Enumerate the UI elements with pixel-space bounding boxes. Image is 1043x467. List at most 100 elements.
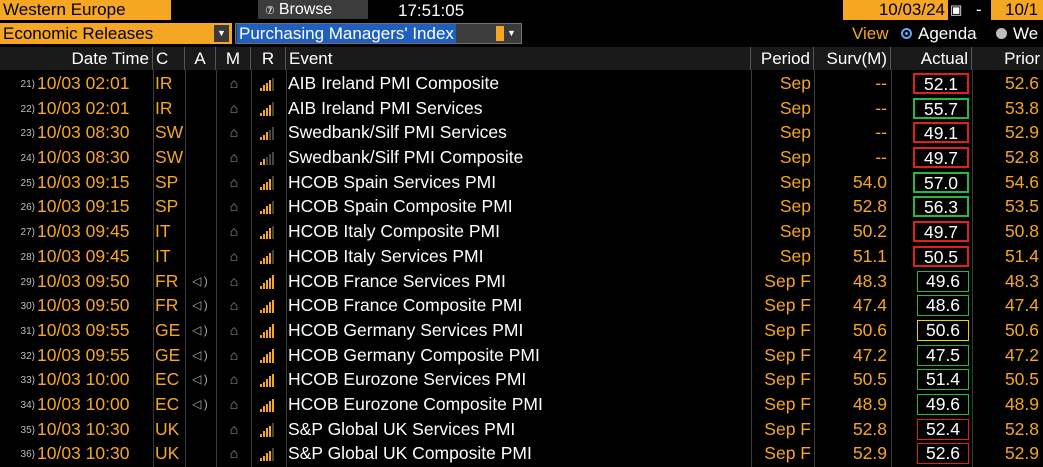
date-from-field[interactable]: 10/03/24	[843, 0, 948, 20]
table-row[interactable]: 21) 10/03 02:01 IR ⌂ AIB Ireland PMI Composi…	[0, 71, 1043, 96]
table-row[interactable]: 33) 10/03 10:00 EC ◁ ) ⌂ HCOB Eurozone Servic…	[0, 367, 1043, 392]
bell-cell[interactable]: ⌂	[218, 392, 250, 417]
table-row[interactable]: 35) 10/03 10:30 UK ⌂ S&P Global UK Services …	[0, 417, 1043, 442]
bell-cell[interactable]: ⌂	[218, 367, 250, 392]
row-event[interactable]: S&P Global UK Composite PMI	[288, 441, 750, 466]
bell-icon[interactable]: ⌂	[230, 223, 238, 239]
alert-cell[interactable]: ◁ )	[185, 367, 215, 392]
row-number[interactable]: 28)	[0, 244, 37, 269]
bell-cell[interactable]: ⌂	[218, 244, 250, 269]
row-event[interactable]: Swedbank/Silf PMI Services	[288, 120, 750, 145]
alert-cell[interactable]: ◁ )	[185, 293, 215, 318]
row-number[interactable]: 21)	[0, 71, 37, 96]
table-row[interactable]: 30) 10/03 09:50 FR ◁ ) ⌂ HCOB France Composit…	[0, 293, 1043, 318]
bell-cell[interactable]: ⌂	[218, 194, 250, 219]
bell-icon[interactable]: ⌂	[230, 124, 238, 140]
row-number[interactable]: 32)	[0, 343, 37, 368]
row-number[interactable]: 22)	[0, 96, 37, 121]
bell-cell[interactable]: ⌂	[218, 145, 250, 170]
search-dropdown[interactable]: Purchasing Managers' Index ▼	[235, 23, 522, 44]
bell-cell[interactable]: ⌂	[218, 219, 250, 244]
table-row[interactable]: 29) 10/03 09:50 FR ◁ ) ⌂ HCOB France Services…	[0, 269, 1043, 294]
row-number[interactable]: 31)	[0, 318, 37, 343]
browse-button[interactable]: ⑦ Browse	[258, 0, 368, 19]
row-event[interactable]: AIB Ireland PMI Composite	[288, 71, 750, 96]
speaker-icon[interactable]: ◁ )	[192, 298, 208, 312]
row-event[interactable]: HCOB Germany Composite PMI	[288, 343, 750, 368]
row-number[interactable]: 30)	[0, 293, 37, 318]
table-row[interactable]: 23) 10/03 08:30 SW ⌂ Swedbank/Silf PMI Servi…	[0, 120, 1043, 145]
search-value[interactable]: Purchasing Managers' Index	[237, 24, 456, 43]
bell-cell[interactable]: ⌂	[218, 343, 250, 368]
col-event[interactable]: Event	[286, 47, 751, 70]
speaker-icon[interactable]: ◁ )	[192, 348, 208, 362]
col-market[interactable]: M	[216, 47, 251, 70]
view-option-agenda[interactable]: Agenda	[918, 22, 977, 45]
row-event[interactable]: S&P Global UK Services PMI	[288, 417, 750, 442]
row-number[interactable]: 23)	[0, 120, 37, 145]
date-to-field[interactable]: 10/1	[991, 0, 1043, 20]
bell-icon[interactable]: ⌂	[230, 297, 238, 313]
table-row[interactable]: 31) 10/03 09:55 GE ◁ ) ⌂ HCOB Germany Service…	[0, 318, 1043, 343]
table-row[interactable]: 25) 10/03 09:15 SP ⌂ HCOB Spain Services PMI…	[0, 170, 1043, 195]
alert-cell[interactable]	[185, 170, 215, 195]
col-alert[interactable]: A	[185, 47, 216, 70]
bell-cell[interactable]: ⌂	[218, 120, 250, 145]
speaker-icon[interactable]: ◁ )	[192, 323, 208, 337]
row-number[interactable]: 29)	[0, 269, 37, 294]
region-selector[interactable]: Western Europe	[0, 0, 171, 20]
bell-icon[interactable]: ⌂	[230, 100, 238, 116]
alert-cell[interactable]	[185, 96, 215, 121]
bell-cell[interactable]: ⌂	[218, 318, 250, 343]
bell-cell[interactable]: ⌂	[218, 170, 250, 195]
row-event[interactable]: HCOB Italy Services PMI	[288, 244, 750, 269]
row-number[interactable]: 36)	[0, 441, 37, 466]
chevron-down-icon[interactable]: ▼	[214, 25, 229, 42]
bell-cell[interactable]: ⌂	[218, 269, 250, 294]
speaker-icon[interactable]: ◁ )	[192, 274, 208, 288]
category-dropdown[interactable]: Economic Releases ▼	[0, 23, 232, 44]
alert-cell[interactable]	[185, 219, 215, 244]
alert-cell[interactable]	[185, 417, 215, 442]
row-number[interactable]: 34)	[0, 392, 37, 417]
radio-agenda[interactable]	[901, 28, 912, 39]
alert-cell[interactable]: ◁ )	[185, 343, 215, 368]
row-event[interactable]: HCOB Germany Services PMI	[288, 318, 750, 343]
alert-cell[interactable]	[185, 244, 215, 269]
table-row[interactable]: 22) 10/03 02:01 IR ⌂ AIB Ireland PMI Service…	[0, 96, 1043, 121]
row-number[interactable]: 35)	[0, 417, 37, 442]
bell-icon[interactable]: ⌂	[230, 347, 238, 363]
bell-icon[interactable]: ⌂	[230, 248, 238, 264]
row-number[interactable]: 26)	[0, 194, 37, 219]
table-row[interactable]: 34) 10/03 10:00 EC ◁ ) ⌂ HCOB Eurozone Compos…	[0, 392, 1043, 417]
row-event[interactable]: HCOB Eurozone Services PMI	[288, 367, 750, 392]
table-row[interactable]: 24) 10/03 08:30 SW ⌂ Swedbank/Silf PMI Compo…	[0, 145, 1043, 170]
row-event[interactable]: HCOB Italy Composite PMI	[288, 219, 750, 244]
chevron-down-icon[interactable]: ▼	[504, 25, 519, 42]
alert-cell[interactable]: ◁ )	[185, 318, 215, 343]
row-number[interactable]: 25)	[0, 170, 37, 195]
col-survey[interactable]: Surv(M)	[814, 47, 891, 70]
alert-cell[interactable]	[185, 441, 215, 466]
row-number[interactable]: 27)	[0, 219, 37, 244]
bell-cell[interactable]: ⌂	[218, 96, 250, 121]
alert-cell[interactable]	[185, 71, 215, 96]
bell-icon[interactable]: ⌂	[230, 273, 238, 289]
bell-icon[interactable]: ⌂	[230, 322, 238, 338]
table-row[interactable]: 36) 10/03 10:30 UK ⌂ S&P Global UK Composite…	[0, 441, 1043, 466]
bell-icon[interactable]: ⌂	[230, 75, 238, 91]
alert-cell[interactable]	[185, 194, 215, 219]
bell-icon[interactable]: ⌂	[230, 174, 238, 190]
table-row[interactable]: 28) 10/03 09:45 IT ⌂ HCOB Italy Services PMI…	[0, 244, 1043, 269]
table-row[interactable]: 32) 10/03 09:55 GE ◁ ) ⌂ HCOB Germany Composi…	[0, 343, 1043, 368]
alert-cell[interactable]: ◁ )	[185, 392, 215, 417]
col-period[interactable]: Period	[751, 47, 814, 70]
bell-cell[interactable]: ⌂	[218, 441, 250, 466]
speaker-icon[interactable]: ◁ )	[192, 397, 208, 411]
bell-icon[interactable]: ⌂	[230, 198, 238, 214]
row-event[interactable]: HCOB Spain Composite PMI	[288, 194, 750, 219]
col-datetime[interactable]: Date Time	[0, 47, 153, 70]
bell-cell[interactable]: ⌂	[218, 71, 250, 96]
col-actual[interactable]: Actual	[891, 47, 972, 70]
col-country[interactable]: C	[153, 47, 185, 70]
